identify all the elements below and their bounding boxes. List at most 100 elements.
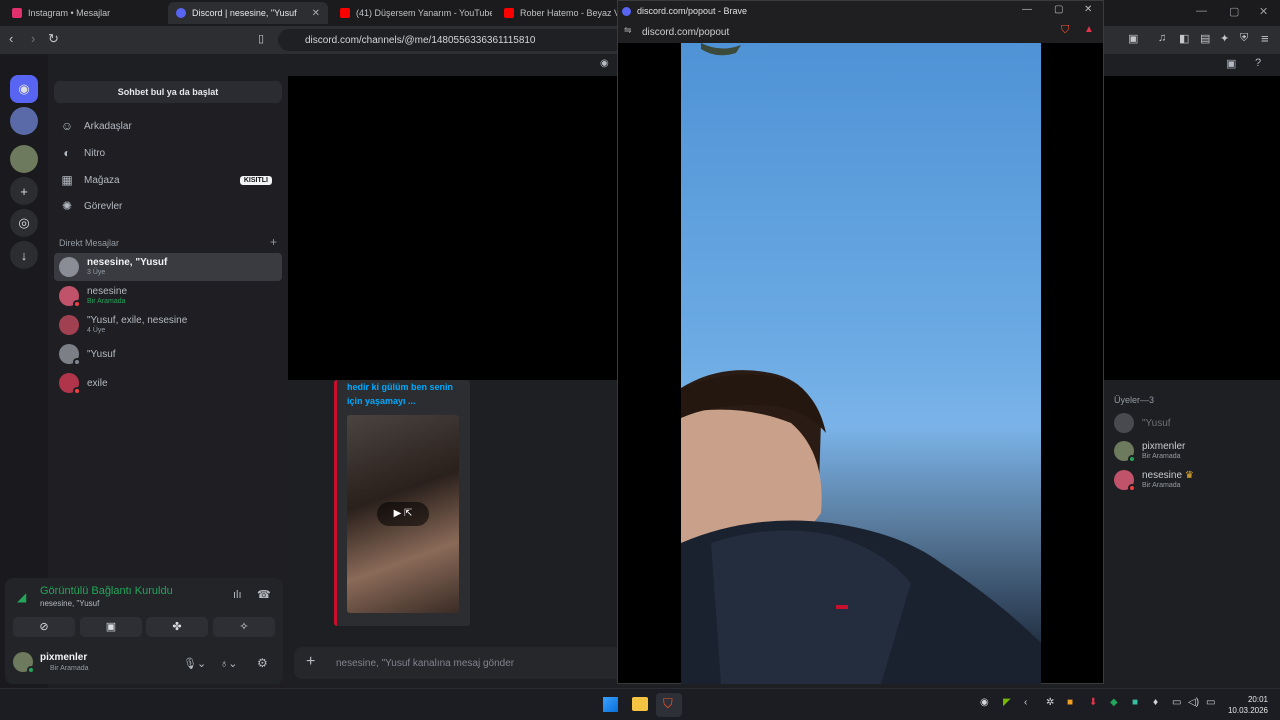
tab-discord[interactable]: Discord | nesesine, "Yusuf ✕: [168, 2, 328, 24]
battery-icon[interactable]: ▭: [1206, 697, 1215, 708]
discover-icon[interactable]: ◎: [10, 209, 38, 237]
screen-share-icon: ▣: [105, 621, 117, 633]
message-input[interactable]: + nesesine, "Yusuf kanalına mesaj gönder: [294, 647, 624, 679]
disconnect-icon[interactable]: ☎: [257, 588, 271, 601]
user-name: pixmenler: [40, 652, 88, 663]
camera-video-feed: [681, 43, 1041, 684]
status-dot: [1128, 455, 1136, 463]
member-item[interactable]: nesesine ♛ Bir Aramada: [1114, 470, 1194, 492]
inbox-icon[interactable]: ▣: [1226, 57, 1236, 70]
system-clock[interactable]: 20:01 10.03.2026: [1228, 694, 1268, 716]
status-dot: [27, 666, 35, 674]
add-server-icon[interactable]: +: [10, 177, 38, 205]
microphone-icon[interactable]: ♦: [1153, 697, 1158, 708]
nvidia-icon[interactable]: ◤: [1003, 697, 1011, 708]
dm-item-nesesine[interactable]: nesesine Bir Aramada: [54, 282, 282, 310]
network-icon[interactable]: ▭: [1172, 697, 1181, 708]
activities-button[interactable]: ✤: [146, 617, 208, 637]
voice-connection-panel: ◢ Görüntülü Bağlantı Kuruldu nesesine, "…: [5, 578, 283, 684]
mic-icon[interactable]: 🎙︎⌄: [183, 657, 206, 670]
brave-rewards-icon[interactable]: ▲: [1084, 24, 1094, 35]
help-icon[interactable]: ?: [1255, 57, 1261, 69]
tab-instagram[interactable]: Instagram • Mesajlar: [4, 2, 164, 24]
close-tab-icon[interactable]: ✕: [312, 8, 320, 19]
close-window-icon[interactable]: ✕: [1084, 4, 1092, 15]
server-avatar-2[interactable]: [10, 145, 38, 173]
embed-video-thumbnail[interactable]: ▶ ⇱: [347, 415, 459, 613]
maximize-icon[interactable]: ▢: [1054, 4, 1063, 15]
avatar[interactable]: [13, 652, 35, 674]
nav-nitro[interactable]: ◐ Nitro: [56, 141, 282, 165]
nav-shop[interactable]: ▦ Mağaza KISITLI: [56, 168, 282, 192]
site-info-icon[interactable]: ⇋: [624, 25, 632, 36]
tab-youtube-2[interactable]: Rober Hatemo - Beyaz Ve Se: [496, 2, 618, 24]
member-list-header: Üyeler—3: [1114, 395, 1155, 405]
popout-address-bar[interactable]: ⇋ discord.com/popout ⛉ ▲: [618, 21, 1103, 43]
avatar: [59, 257, 79, 277]
tray-icon[interactable]: ‹: [1024, 697, 1027, 708]
avatar: [59, 315, 79, 335]
signal-icon: ◢: [17, 590, 27, 604]
volume-icon[interactable]: ◁): [1188, 697, 1199, 708]
discord-icon: [176, 8, 186, 18]
tray-icon[interactable]: ⬇: [1089, 697, 1097, 708]
member-item[interactable]: pixmenler Bir Aramada: [1114, 441, 1185, 463]
dm-item-group-1[interactable]: nesesine, "Yusuf 3 Üye: [54, 253, 282, 281]
maximize-icon[interactable]: ▢: [1229, 5, 1239, 18]
reload-icon[interactable]: ↻: [48, 31, 59, 47]
create-dm-icon[interactable]: +: [270, 235, 277, 249]
headphones-icon[interactable]: ♁⌄: [220, 657, 237, 670]
camera-toggle-button[interactable]: ⊘: [13, 617, 75, 637]
voice-channel-name[interactable]: nesesine, "Yusuf: [40, 599, 99, 608]
windows-taskbar: ⛉ ◉ ◤ ‹ ✲ ■ ⬇ ◆ ■ ♦ ▭ ◁) ▭ 20:01 10.03.2…: [0, 688, 1280, 720]
tray-icon[interactable]: ■: [1132, 697, 1138, 708]
instagram-icon: [12, 8, 22, 18]
dm-section-header: Direkt Mesajlar +: [59, 235, 277, 249]
reader-icon[interactable]: ▣: [1128, 32, 1138, 45]
settings-gear-icon[interactable]: ⚙: [257, 656, 268, 670]
start-icon[interactable]: [603, 697, 618, 712]
status-dot: [73, 387, 81, 395]
embed-title[interactable]: hedir ki gülüm ben senin için yaşamayı .…: [347, 380, 457, 408]
tab-youtube-1[interactable]: (41) Düşersem Yanarım - YouTube: [332, 2, 492, 24]
dm-item-exile[interactable]: exile: [54, 369, 282, 397]
wallet-icon[interactable]: ▤: [1200, 32, 1210, 45]
vpn-icon[interactable]: ⛨: [1240, 32, 1248, 45]
server-avatar-1[interactable]: [10, 107, 38, 135]
member-item[interactable]: "Yusuf: [1114, 413, 1171, 433]
minimize-icon[interactable]: —: [1022, 4, 1032, 15]
close-window-icon[interactable]: ✕: [1259, 5, 1268, 18]
forward-icon[interactable]: ›: [31, 31, 35, 46]
soundboard-button[interactable]: ✧: [213, 617, 275, 637]
tray-icon[interactable]: ◆: [1110, 697, 1118, 708]
avatar: [1114, 413, 1134, 433]
minimize-icon[interactable]: —: [1196, 5, 1207, 17]
status-dot: [1128, 484, 1136, 492]
dm-item-group-2[interactable]: "Yusuf, exile, nesesine 4 Üye: [54, 311, 282, 339]
bookmark-icon[interactable]: ▯: [258, 32, 264, 45]
nav-quests[interactable]: ✺ Görevler: [56, 194, 282, 218]
file-explorer-icon[interactable]: [632, 697, 648, 711]
nav-friends[interactable]: ☺ Arkadaşlar: [56, 114, 282, 138]
download-icon[interactable]: ↓: [10, 241, 38, 269]
brave-shield-icon[interactable]: ⛉: [1061, 24, 1069, 37]
tray-icon[interactable]: ✲: [1046, 697, 1054, 708]
leo-icon[interactable]: ✦: [1220, 32, 1229, 45]
brave-taskbar-button[interactable]: ⛉: [656, 693, 682, 717]
find-conversation-button[interactable]: Sohbet bul ya da başlat: [54, 81, 282, 103]
dm-item-yusuf[interactable]: "Yusuf: [54, 340, 282, 368]
status-dot: [73, 300, 81, 308]
tray-icon[interactable]: ■: [1067, 697, 1073, 708]
screen-share-button[interactable]: ▣: [80, 617, 142, 637]
video-frame-person: [681, 43, 1041, 684]
add-attachment-icon[interactable]: +: [306, 653, 315, 671]
back-icon[interactable]: ‹: [9, 31, 13, 46]
avatar: [1114, 470, 1136, 492]
tray-icon[interactable]: ◉: [980, 697, 989, 708]
play-icon[interactable]: ▶ ⇱: [377, 502, 429, 526]
discord-home-icon[interactable]: ◉: [10, 75, 38, 103]
menu-icon[interactable]: ≡: [1261, 31, 1269, 46]
music-icon[interactable]: ♫: [1158, 32, 1166, 44]
sidebar-icon[interactable]: ◧: [1179, 32, 1189, 45]
noise-suppression-icon[interactable]: ılı: [233, 589, 242, 601]
